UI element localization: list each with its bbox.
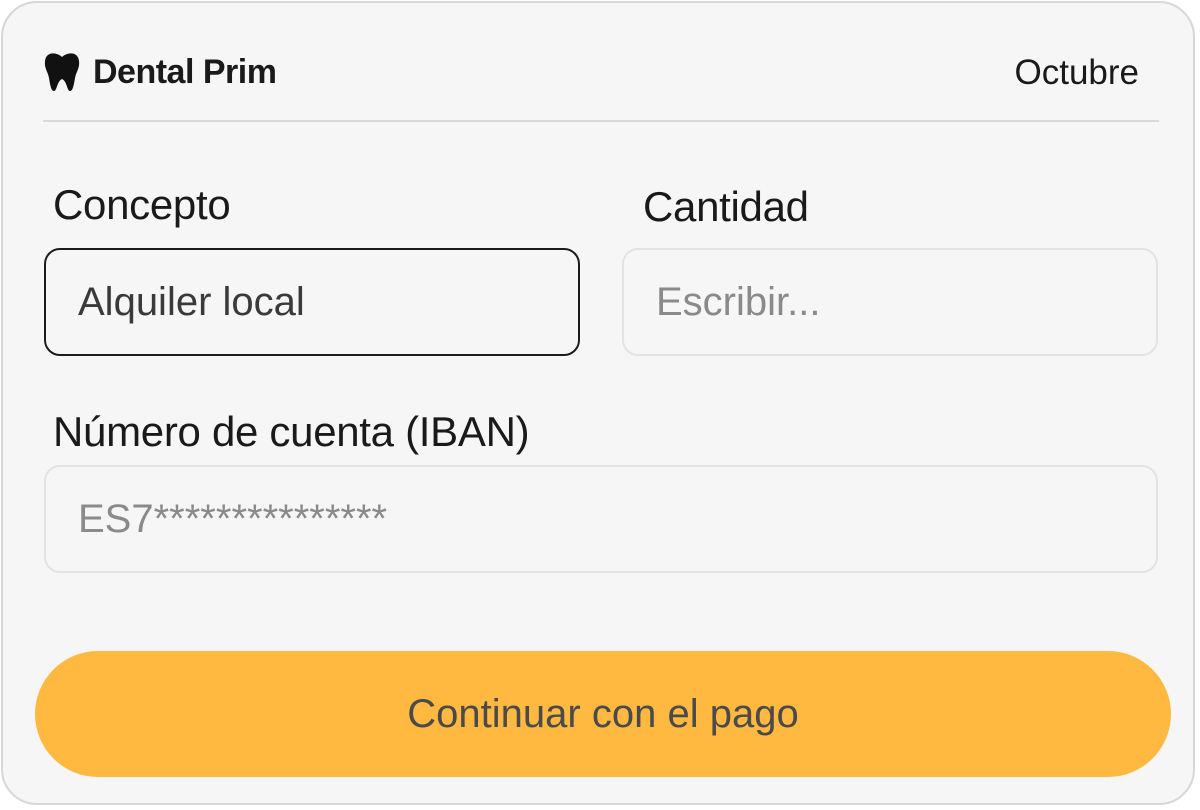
continue-payment-button[interactable]: Continuar con el pago bbox=[35, 651, 1171, 777]
continue-payment-label: Continuar con el pago bbox=[407, 691, 799, 736]
brand: Dental Prim bbox=[43, 51, 277, 93]
month-label[interactable]: Octubre bbox=[1015, 53, 1140, 93]
brand-name: Dental Prim bbox=[93, 52, 277, 91]
tooth-icon bbox=[44, 53, 80, 91]
amount-label: Cantidad bbox=[643, 183, 809, 230]
payment-card: Dental Prim Octubre Concepto Alquiler lo… bbox=[1, 1, 1195, 805]
concept-value: Alquiler local bbox=[78, 279, 305, 324]
iban-label: Número de cuenta (IBAN) bbox=[53, 408, 530, 455]
iban-input[interactable]: ES7*************** bbox=[44, 465, 1158, 573]
header: Dental Prim Octubre bbox=[43, 43, 1159, 103]
amount-placeholder: Escribir... bbox=[656, 279, 821, 324]
amount-input[interactable]: Escribir... bbox=[622, 248, 1158, 356]
iban-value: ES7*************** bbox=[78, 496, 388, 541]
concept-input[interactable]: Alquiler local bbox=[44, 248, 580, 356]
concept-label: Concepto bbox=[53, 181, 231, 228]
header-divider bbox=[43, 120, 1159, 122]
